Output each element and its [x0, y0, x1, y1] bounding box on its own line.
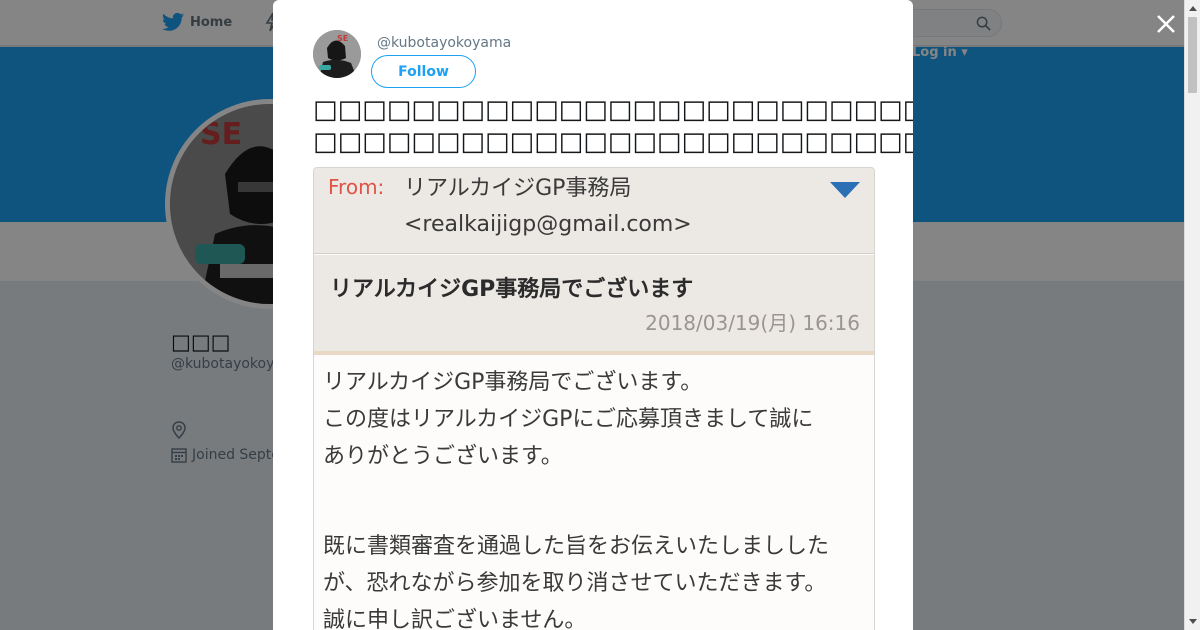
avatar-image: SE [313, 30, 361, 78]
tweet-author-handle[interactable]: @kubotayokoyama [377, 35, 511, 51]
scroll-thumb[interactable] [1188, 17, 1197, 93]
tweet-attached-image[interactable]: From: リアルカイジGP事務局 <realkaijigp@gmail.com… [313, 167, 875, 630]
email-from-label: From: [328, 175, 385, 199]
page-scrollbar[interactable] [1184, 0, 1200, 630]
email-subject-block: リアルカイジGP事務局でございます 2018/03/19(月) 16:16 [314, 255, 874, 355]
email-body-line: が、恐れながら参加を取り消させていただきます。 [323, 571, 827, 596]
expand-arrow-icon [830, 182, 860, 198]
email-date: 2018/03/19(月) 16:16 [645, 311, 860, 335]
scroll-down-arrow-icon[interactable] [1189, 619, 1197, 624]
email-from-block: From: リアルカイジGP事務局 <realkaijigp@gmail.com… [314, 168, 874, 254]
email-from-value: リアルカイジGP事務局 <realkaijigp@gmail.com> [404, 176, 692, 237]
scroll-up-arrow-icon[interactable] [1189, 6, 1197, 11]
follow-button[interactable]: Follow [371, 55, 476, 88]
email-body: リアルカイジGP事務局でございます。 この度はリアルカイジGPにご応募頂きまして… [323, 364, 868, 630]
tweet-modal: SE @kubotayokoyama Follow □□□□□□□□□□□□□□… [273, 0, 913, 630]
email-subject: リアルカイジGP事務局でございます [330, 277, 694, 302]
email-body-gap [323, 475, 868, 528]
close-icon[interactable] [1154, 12, 1178, 36]
email-body-line: ありがとうございます。 [323, 444, 563, 469]
tweet-author-avatar[interactable]: SE [313, 30, 361, 78]
tweet-text: □□□□□□□□□□□□□□□□□□□□□□□□ □□□□□□□□□□□□□□□□… [313, 95, 913, 157]
email-body-line: 既に書類審査を通過した旨をお伝えいたしましした [323, 534, 830, 559]
email-body-line: この度はリアルカイジGPにご応募頂きまして誠に [323, 407, 814, 432]
email-body-line: リアルカイジGP事務局でございます。 [323, 370, 703, 395]
email-body-line: 誠に申し訳ございません。 [323, 608, 587, 630]
